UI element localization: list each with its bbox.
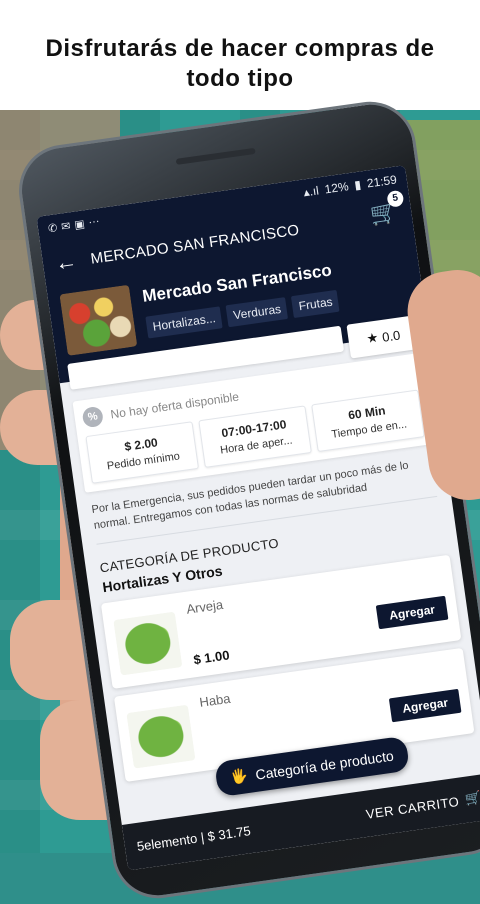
- store-image: [59, 284, 138, 356]
- stat-opening-hours: 07:00-17:00 Hora de aper...: [198, 405, 312, 468]
- cart-icon: 🛒: [463, 789, 480, 807]
- stat-min-order: $ 2.00 Pedido mínimo: [85, 421, 200, 484]
- clock: 21:59: [365, 172, 398, 191]
- gallery-icon: ▣: [73, 217, 86, 232]
- star-icon: ★: [365, 329, 380, 347]
- rating-value: 0.0: [381, 327, 402, 345]
- more-icon: ···: [87, 214, 101, 229]
- view-cart-button[interactable]: VER CARRITO 🛒: [365, 790, 480, 822]
- promo-line-1: Disfrutarás de hacer compras de: [45, 35, 435, 62]
- store-tag: Verduras: [225, 297, 289, 328]
- category-icon: 🖐: [229, 767, 249, 786]
- battery-icon: ▮: [353, 177, 362, 193]
- cart-summary: 5elemento | $ 31.75: [135, 822, 252, 854]
- store-tag: Frutas: [291, 289, 340, 319]
- battery-level: 12%: [323, 179, 350, 197]
- promo-line-2: todo tipo: [186, 65, 294, 92]
- notification-icons: ✆ ✉ ▣ ···: [47, 215, 100, 235]
- store-tag: Hortalizas...: [145, 306, 224, 339]
- percent-icon: %: [81, 405, 105, 429]
- back-arrow-icon[interactable]: ←: [53, 247, 86, 277]
- product-image: [126, 704, 196, 769]
- product-image: [113, 611, 183, 676]
- mail-icon: ✉: [60, 219, 72, 234]
- view-cart-label: VER CARRITO: [364, 793, 461, 822]
- signal-icon: ▴.ıl: [302, 183, 320, 200]
- phone-icon: ✆: [47, 221, 59, 235]
- stat-delivery-time: 60 Min Tiempo de en...: [311, 389, 425, 453]
- promo-banner: Disfrutarás de hacer compras de todo tip…: [0, 0, 480, 110]
